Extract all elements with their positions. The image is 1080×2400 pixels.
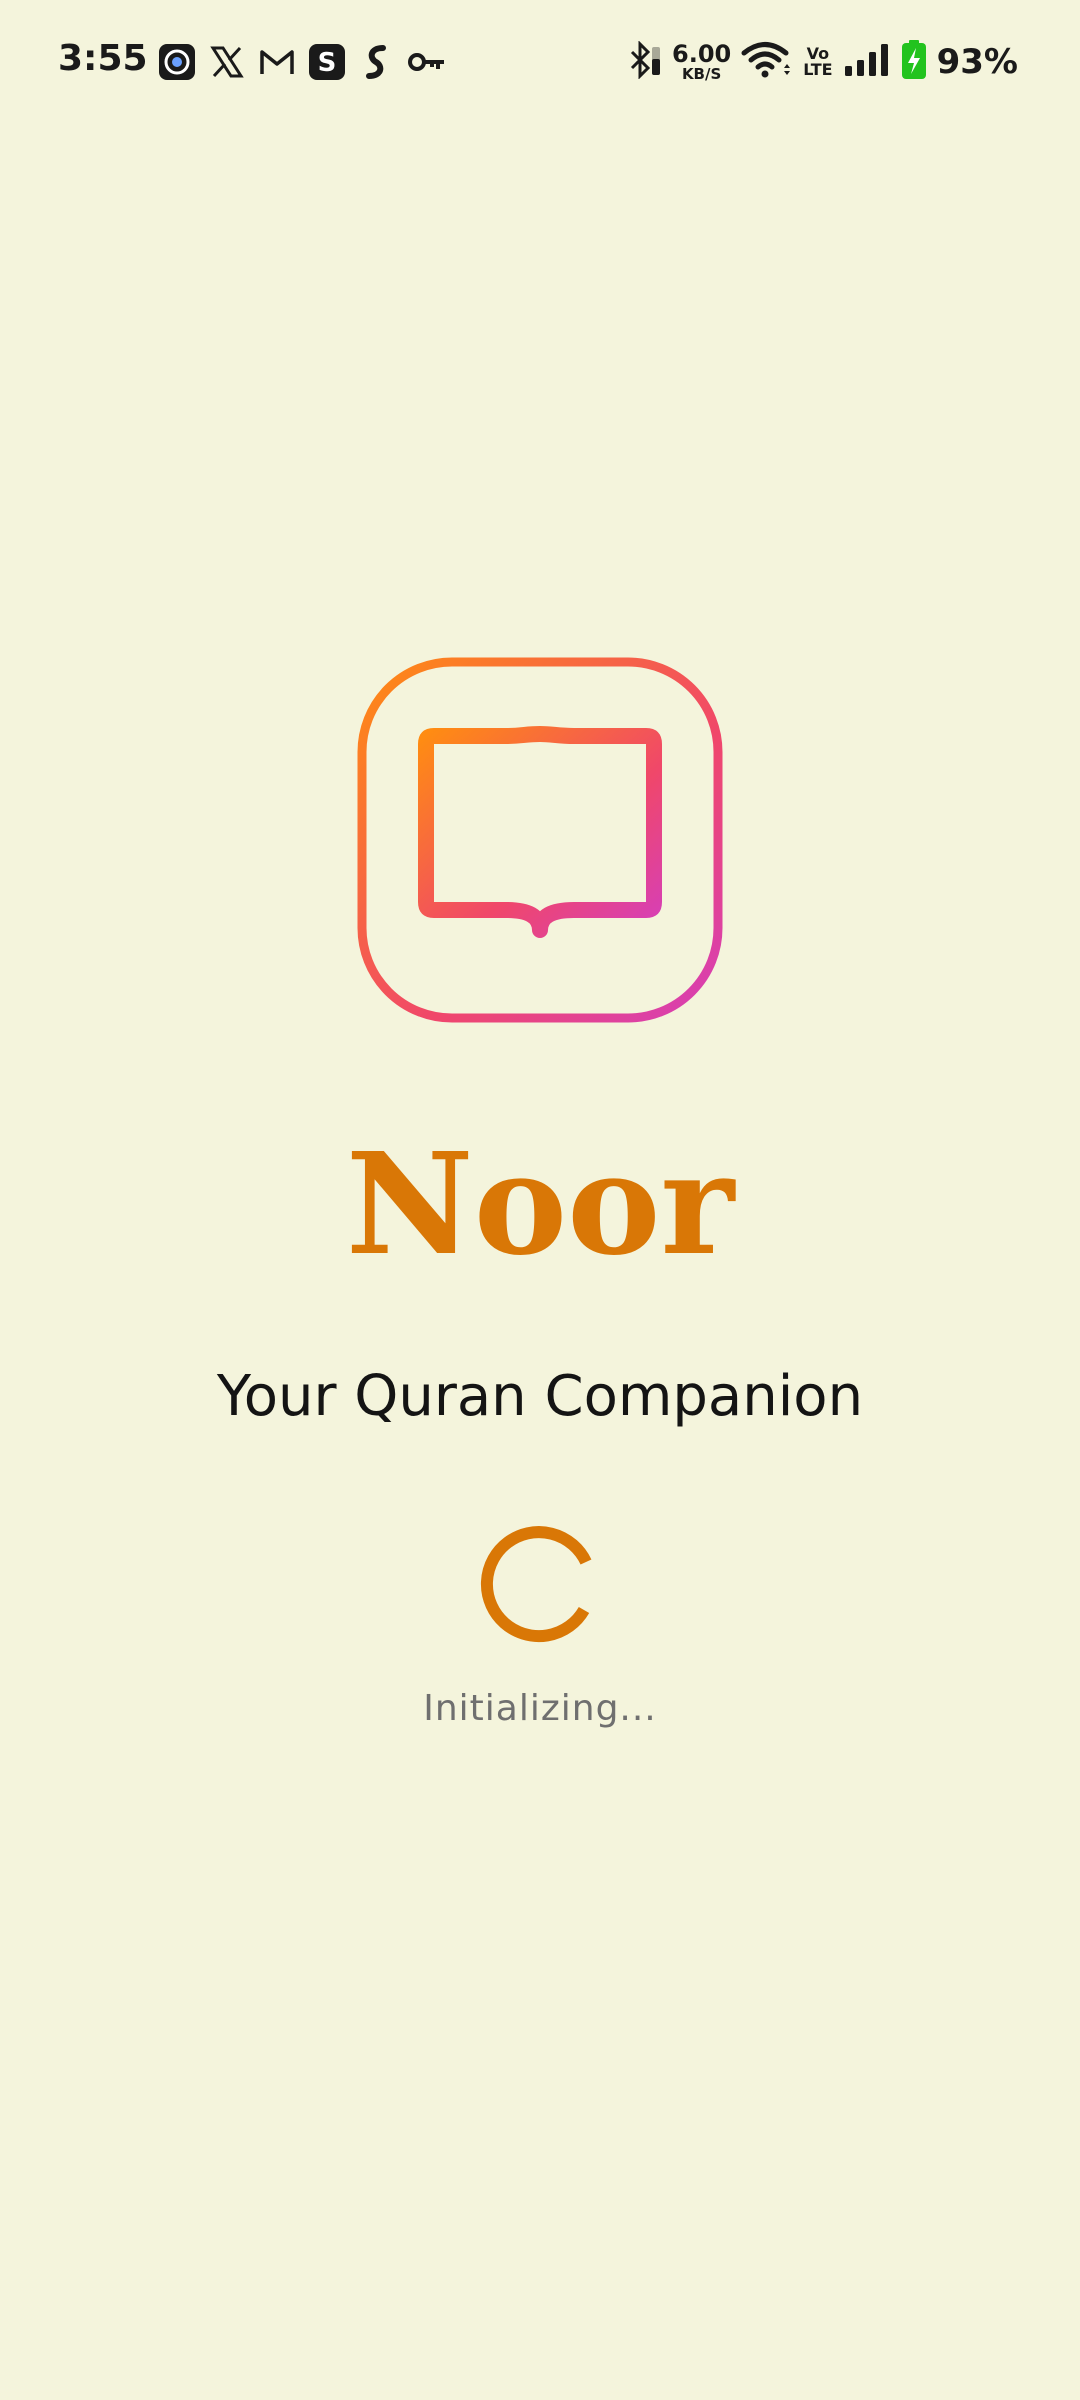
volte-bottom: LTE <box>803 60 833 79</box>
tagline: Your Quran Companion <box>216 1364 864 1429</box>
pixel-app-icon <box>158 43 196 81</box>
open-book-icon <box>357 657 723 1023</box>
app-name: Noor <box>345 1123 735 1287</box>
shazam-like-icon <box>358 43 396 81</box>
notification-icons: S <box>158 42 446 82</box>
system-icons: 6.00 KB/S Vo LTE 93% <box>628 39 1018 85</box>
loading-spinner <box>476 1518 604 1646</box>
battery-percent: 93% <box>936 42 1018 82</box>
status-time: 3:55 <box>58 38 148 79</box>
s-app-icon: S <box>308 43 346 81</box>
battery-charging-icon <box>901 39 927 85</box>
volte-indicator: Vo LTE <box>803 46 832 78</box>
x-icon <box>208 43 246 81</box>
signal-icon <box>843 42 891 83</box>
bluetooth-icon <box>628 39 662 84</box>
net-speed-value: 6.00 <box>672 40 732 68</box>
svg-text:S: S <box>318 48 337 78</box>
app-logo <box>356 656 724 1024</box>
status-bar: 3:55 S 6.00 KB/S Vo LTE 93% <box>0 0 1080 124</box>
net-speed: 6.00 KB/S <box>672 42 731 82</box>
key-icon <box>408 43 446 81</box>
loading-text: Initializing... <box>423 1688 657 1729</box>
gmail-icon <box>258 43 296 81</box>
net-speed-unit: KB/S <box>681 65 722 83</box>
wifi-icon <box>741 40 793 85</box>
